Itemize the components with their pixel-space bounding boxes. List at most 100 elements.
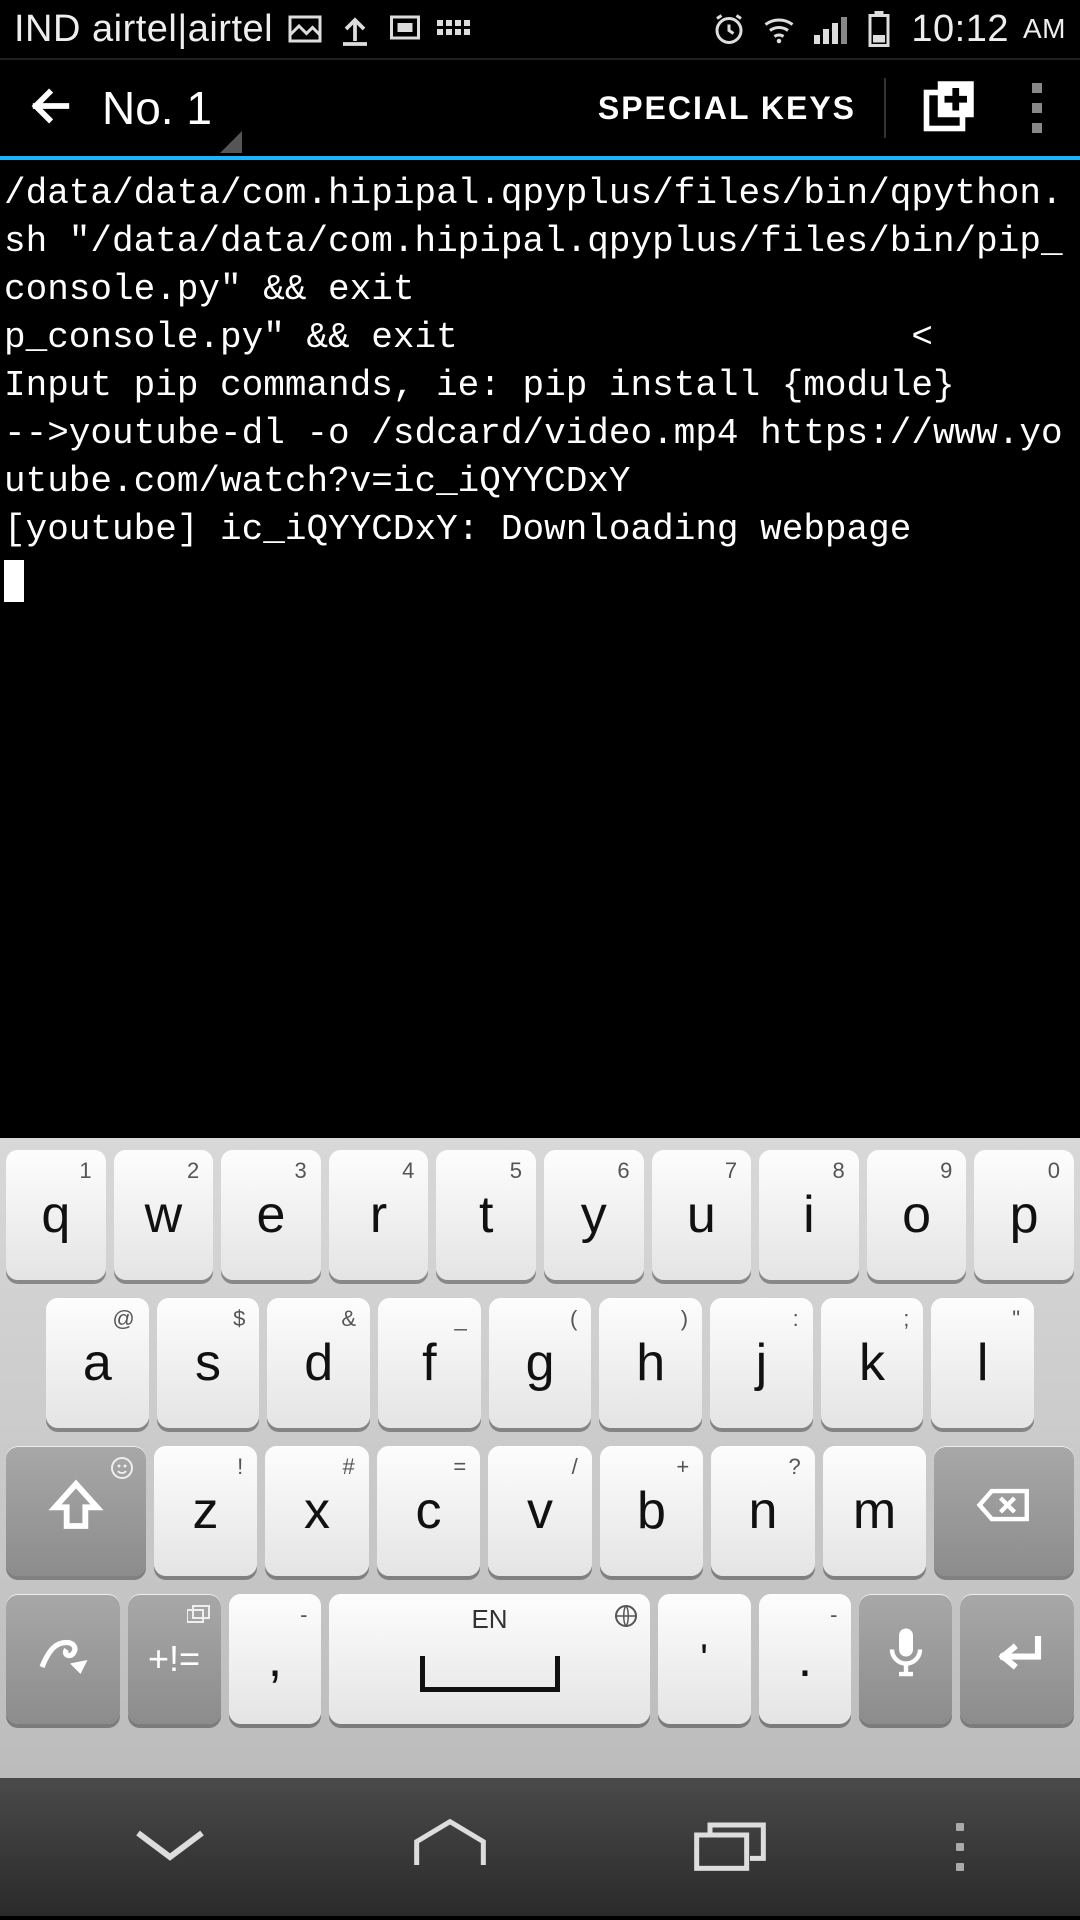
key-n[interactable]: ?n — [711, 1446, 815, 1576]
key-i[interactable]: 8i — [759, 1150, 859, 1280]
nav-back-button[interactable] — [100, 1812, 240, 1882]
key-l-label: l — [977, 1333, 989, 1393]
status-bar: IND airtel|airtel 10:12 AM — [0, 0, 1080, 60]
back-arrow-icon — [28, 83, 74, 134]
key-w[interactable]: 2w — [114, 1150, 214, 1280]
session-title[interactable]: No. 1 — [102, 81, 212, 135]
key-h-label: h — [636, 1333, 665, 1393]
status-left: IND airtel|airtel — [14, 8, 711, 51]
new-window-icon — [922, 79, 976, 138]
key-y-label: y — [581, 1185, 607, 1245]
key-t[interactable]: 5t — [436, 1150, 536, 1280]
quote-label: ' — [700, 1637, 708, 1682]
overflow-menu-button[interactable] — [1012, 60, 1080, 156]
key-h[interactable]: )h — [599, 1298, 702, 1428]
status-right: 10:12 AM — [711, 8, 1066, 51]
key-d-label: d — [304, 1333, 333, 1393]
key-v[interactable]: /v — [488, 1446, 592, 1576]
key-z-sub: ! — [237, 1454, 243, 1480]
key-b-sub: + — [676, 1454, 689, 1480]
chevron-down-icon — [130, 1818, 210, 1877]
key-e-sub: 3 — [295, 1158, 307, 1184]
image-icon — [287, 11, 323, 47]
terminal-cursor — [4, 560, 24, 602]
new-window-button[interactable] — [886, 60, 1012, 156]
key-f[interactable]: _f — [378, 1298, 481, 1428]
symbols-key[interactable]: +!= — [128, 1594, 221, 1724]
swype-icon — [35, 1625, 91, 1694]
key-c[interactable]: =c — [377, 1446, 481, 1576]
terminal-output[interactable]: /data/data/com.hipipal.qpyplus/files/bin… — [0, 160, 1080, 1138]
nav-recent-button[interactable] — [660, 1812, 800, 1882]
period-sub: - — [830, 1602, 837, 1628]
mic-icon — [878, 1625, 934, 1694]
backspace-icon — [976, 1477, 1032, 1546]
key-e[interactable]: 3e — [221, 1150, 321, 1280]
recent-apps-icon — [690, 1818, 770, 1877]
key-x[interactable]: #x — [265, 1446, 369, 1576]
key-k[interactable]: ;k — [821, 1298, 924, 1428]
space-key[interactable]: EN — [329, 1594, 649, 1724]
key-b[interactable]: +b — [600, 1446, 704, 1576]
enter-key[interactable] — [960, 1594, 1074, 1724]
key-m[interactable]: m — [823, 1446, 927, 1576]
key-i-label: i — [803, 1185, 815, 1245]
key-s-sub: $ — [233, 1306, 245, 1332]
clock-ampm: AM — [1023, 13, 1066, 45]
key-q[interactable]: 1q — [6, 1150, 106, 1280]
symbols-label: +!= — [148, 1638, 200, 1680]
key-q-sub: 1 — [79, 1158, 91, 1184]
period-key[interactable]: - . — [759, 1594, 852, 1724]
nav-menu-button[interactable] — [940, 1812, 980, 1882]
key-d[interactable]: &d — [267, 1298, 370, 1428]
space-lang-label: EN — [471, 1604, 507, 1635]
home-outline-icon — [410, 1818, 490, 1877]
shift-key[interactable] — [6, 1446, 146, 1576]
key-c-label: c — [415, 1481, 441, 1541]
key-s[interactable]: $s — [157, 1298, 260, 1428]
key-a[interactable]: @a — [46, 1298, 149, 1428]
key-r[interactable]: 4r — [329, 1150, 429, 1280]
key-o[interactable]: 9o — [867, 1150, 967, 1280]
key-j-sub: : — [793, 1306, 799, 1332]
more-vert-icon — [956, 1823, 964, 1871]
key-z-label: z — [192, 1481, 218, 1541]
key-x-label: x — [304, 1481, 330, 1541]
quote-key[interactable]: ' — [658, 1594, 751, 1724]
tabs-small-icon — [187, 1602, 211, 1632]
key-g[interactable]: (g — [489, 1298, 592, 1428]
key-g-sub: ( — [570, 1306, 577, 1332]
upload-icon — [337, 11, 373, 47]
key-y-sub: 6 — [617, 1158, 629, 1184]
system-nav-bar — [0, 1778, 1080, 1916]
comma-key[interactable]: - , — [229, 1594, 322, 1724]
key-h-sub: ) — [681, 1306, 688, 1332]
session-title-text: No. 1 — [102, 82, 212, 134]
key-j[interactable]: :j — [710, 1298, 813, 1428]
comma-sub: - — [300, 1602, 307, 1628]
backspace-key[interactable] — [934, 1446, 1074, 1576]
nav-home-button[interactable] — [380, 1812, 520, 1882]
key-p-sub: 0 — [1048, 1158, 1060, 1184]
key-k-label: k — [859, 1333, 885, 1393]
key-t-label: t — [479, 1185, 493, 1245]
key-l[interactable]: "l — [931, 1298, 1034, 1428]
swype-key[interactable] — [6, 1594, 120, 1724]
back-button[interactable]: No. 1 — [0, 60, 232, 156]
soft-keyboard: 1q2w3e4r5t6y7u8i9o0p @a$s&d_f(g)h:j;k"l … — [0, 1138, 1080, 1778]
special-keys-button[interactable]: SPECIAL KEYS — [570, 60, 884, 156]
key-z[interactable]: !z — [154, 1446, 258, 1576]
key-p[interactable]: 0p — [974, 1150, 1074, 1280]
battery-icon — [861, 11, 897, 47]
key-u[interactable]: 7u — [652, 1150, 752, 1280]
key-s-label: s — [195, 1333, 221, 1393]
key-y[interactable]: 6y — [544, 1150, 644, 1280]
key-e-label: e — [257, 1185, 286, 1245]
mic-key[interactable] — [859, 1594, 952, 1724]
key-m-label: m — [853, 1481, 896, 1541]
key-w-sub: 2 — [187, 1158, 199, 1184]
emoji-small-icon — [110, 1456, 134, 1486]
key-o-label: o — [902, 1185, 931, 1245]
terminal-text: /data/data/com.hipipal.qpyplus/files/bin… — [4, 173, 1063, 550]
keyboard-indicator-icon — [437, 11, 473, 47]
